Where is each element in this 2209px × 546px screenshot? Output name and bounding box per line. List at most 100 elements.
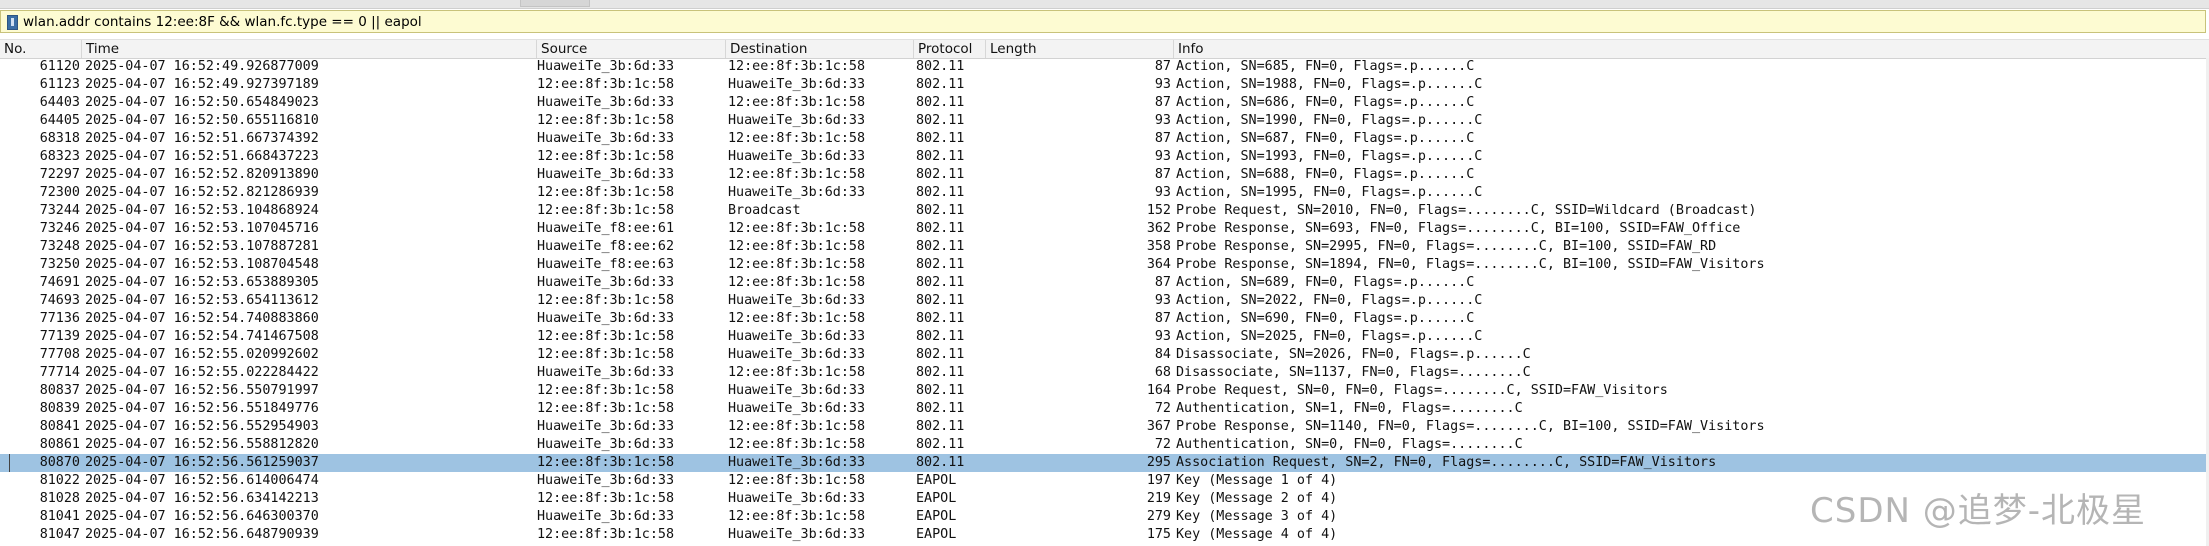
cell-source: HuaweiTe_f8:ee:61 <box>537 221 675 236</box>
column-header-length[interactable]: Length <box>986 40 1174 58</box>
packet-row[interactable]: 74693 2025-04-07 16:52:53.654113612 12:ee:… <box>0 292 2209 310</box>
cell-time: 2025-04-07 16:52:53.107887281 <box>85 239 319 254</box>
cell-time: 2025-04-07 16:52:51.668437223 <box>85 149 319 164</box>
cell-protocol: 802.11 <box>916 455 965 470</box>
cell-source: 12:ee:8f:3b:1c:58 <box>537 527 675 542</box>
watermark: CSDN @追梦-北极星 <box>1810 491 2147 531</box>
cell-protocol: 802.11 <box>916 275 965 290</box>
cell-protocol: 802.11 <box>916 419 965 434</box>
cell-source: HuaweiTe_3b:6d:33 <box>537 437 675 452</box>
cell-time: 2025-04-07 16:52:49.926877009 <box>85 59 319 74</box>
cell-info: Action, SN=1993, FN=0, Flags=.p......C <box>1176 149 1483 164</box>
cell-time: 2025-04-07 16:52:52.820913890 <box>85 167 319 182</box>
column-header-protocol[interactable]: Protocol <box>914 40 986 58</box>
cell-time: 2025-04-07 16:52:56.552954903 <box>85 419 319 434</box>
cell-info: Probe Response, SN=693, FN=0, Flags=....… <box>1176 221 1741 236</box>
cell-time: 2025-04-07 16:52:52.821286939 <box>85 185 319 200</box>
cell-info: Disassociate, SN=2026, FN=0, Flags=.p...… <box>1176 347 1531 362</box>
cell-no: 80870 <box>39 455 80 470</box>
cell-destination: HuaweiTe_3b:6d:33 <box>728 329 866 344</box>
cell-no: 81022 <box>39 473 80 488</box>
packet-row[interactable]: 80841 2025-04-07 16:52:56.552954903 Huawei… <box>0 418 2209 436</box>
cell-destination: 12:ee:8f:3b:1c:58 <box>728 257 866 272</box>
top-tab[interactable] <box>520 0 590 7</box>
column-header-time[interactable]: Time <box>82 40 537 58</box>
display-filter-bar <box>0 10 2206 33</box>
cell-time: 2025-04-07 16:52:56.646300370 <box>85 509 319 524</box>
cell-info: Probe Response, SN=1140, FN=0, Flags=...… <box>1176 419 1765 434</box>
packet-row[interactable]: 73250 2025-04-07 16:52:53.108704548 Huawei… <box>0 256 2209 274</box>
packet-row-selected[interactable]: 80870 2025-04-07 16:52:56.561259037 12:ee:… <box>0 454 2209 472</box>
cell-destination: 12:ee:8f:3b:1c:58 <box>728 239 866 254</box>
packet-row[interactable]: 61123 2025-04-07 16:52:49.927397189 12:ee:… <box>0 76 2209 94</box>
cell-info: Action, SN=1990, FN=0, Flags=.p......C <box>1176 113 1483 128</box>
packet-row[interactable]: 80837 2025-04-07 16:52:56.550791997 12:ee:… <box>0 382 2209 400</box>
packet-row[interactable]: 80839 2025-04-07 16:52:56.551849776 12:ee:… <box>0 400 2209 418</box>
packet-row[interactable]: 73246 2025-04-07 16:52:53.107045716 Huawei… <box>0 220 2209 238</box>
cell-source: HuaweiTe_3b:6d:33 <box>537 167 675 182</box>
cell-source: 12:ee:8f:3b:1c:58 <box>537 347 675 362</box>
cell-protocol: 802.11 <box>916 221 965 236</box>
packet-row[interactable]: 77136 2025-04-07 16:52:54.740883860 Huawei… <box>0 310 2209 328</box>
column-header-info[interactable]: Info <box>1174 40 2209 58</box>
cell-length: 72 <box>1154 401 1171 416</box>
cell-length: 87 <box>1154 131 1171 146</box>
cell-protocol: 802.11 <box>916 293 965 308</box>
cell-protocol: 802.11 <box>916 401 965 416</box>
column-header-source[interactable]: Source <box>537 40 726 58</box>
cell-info: Action, SN=1988, FN=0, Flags=.p......C <box>1176 77 1483 92</box>
packet-row[interactable]: 73248 2025-04-07 16:52:53.107887281 Huawei… <box>0 238 2209 256</box>
packet-row[interactable]: 68318 2025-04-07 16:52:51.667374392 Huawei… <box>0 130 2209 148</box>
cell-no: 61123 <box>39 77 80 92</box>
packet-row[interactable]: 77714 2025-04-07 16:52:55.022284422 Huawei… <box>0 364 2209 382</box>
display-filter-input[interactable] <box>23 12 2193 31</box>
cell-info: Action, SN=687, FN=0, Flags=.p......C <box>1176 131 1475 146</box>
cell-destination: 12:ee:8f:3b:1c:58 <box>728 59 866 74</box>
cell-source: 12:ee:8f:3b:1c:58 <box>537 77 675 92</box>
cell-protocol: 802.11 <box>916 329 965 344</box>
packet-row[interactable]: 64403 2025-04-07 16:52:50.654849023 Huawei… <box>0 94 2209 112</box>
cell-destination: HuaweiTe_3b:6d:33 <box>728 113 866 128</box>
cell-destination: 12:ee:8f:3b:1c:58 <box>728 365 866 380</box>
cell-no: 74693 <box>39 293 80 308</box>
cell-source: HuaweiTe_3b:6d:33 <box>537 473 675 488</box>
cell-no: 73246 <box>39 221 80 236</box>
cell-time: 2025-04-07 16:52:56.634142213 <box>85 491 319 506</box>
column-header-no[interactable]: No. <box>0 40 82 58</box>
cell-destination: HuaweiTe_3b:6d:33 <box>728 455 866 470</box>
cell-time: 2025-04-07 16:52:54.740883860 <box>85 311 319 326</box>
packet-row[interactable]: 64405 2025-04-07 16:52:50.655116810 12:ee:… <box>0 112 2209 130</box>
cell-info: Probe Response, SN=1894, FN=0, Flags=...… <box>1176 257 1765 272</box>
cell-source: HuaweiTe_3b:6d:33 <box>537 59 675 74</box>
packet-row[interactable]: 61120 2025-04-07 16:52:49.926877009 Huawei… <box>0 58 2209 76</box>
cell-time: 2025-04-07 16:52:56.558812820 <box>85 437 319 452</box>
cell-no: 77139 <box>39 329 80 344</box>
column-header-destination[interactable]: Destination <box>726 40 914 58</box>
packet-row[interactable]: 72297 2025-04-07 16:52:52.820913890 Huawei… <box>0 166 2209 184</box>
cell-time: 2025-04-07 16:52:56.648790939 <box>85 527 319 542</box>
packet-row[interactable]: 77708 2025-04-07 16:52:55.020992602 12:ee:… <box>0 346 2209 364</box>
cell-destination: 12:ee:8f:3b:1c:58 <box>728 311 866 326</box>
cell-length: 93 <box>1154 77 1171 92</box>
packet-list-header: No. Time Source Destination Protocol Len… <box>0 39 2209 59</box>
cell-length: 295 <box>1146 455 1171 470</box>
packet-row[interactable]: 73244 2025-04-07 16:52:53.104868924 12:ee:… <box>0 202 2209 220</box>
bookmark-icon[interactable] <box>7 15 18 30</box>
packet-row[interactable]: 74691 2025-04-07 16:52:53.653889305 Huawei… <box>0 274 2209 292</box>
cell-protocol: 802.11 <box>916 383 965 398</box>
cell-source: 12:ee:8f:3b:1c:58 <box>537 293 675 308</box>
cell-time: 2025-04-07 16:52:56.551849776 <box>85 401 319 416</box>
packet-row[interactable]: 77139 2025-04-07 16:52:54.741467508 12:ee:… <box>0 328 2209 346</box>
cell-protocol: 802.11 <box>916 203 965 218</box>
packet-row[interactable]: 80861 2025-04-07 16:52:56.558812820 Huawei… <box>0 436 2209 454</box>
cell-source: HuaweiTe_3b:6d:33 <box>537 311 675 326</box>
cell-no: 81047 <box>39 527 80 542</box>
packet-row[interactable]: 68323 2025-04-07 16:52:51.668437223 12:ee:… <box>0 148 2209 166</box>
cell-length: 87 <box>1154 95 1171 110</box>
cell-no: 77708 <box>39 347 80 362</box>
packet-row[interactable]: 72300 2025-04-07 16:52:52.821286939 12:ee:… <box>0 184 2209 202</box>
cell-time: 2025-04-07 16:52:53.654113612 <box>85 293 319 308</box>
cell-destination: Broadcast <box>728 203 801 218</box>
cell-length: 197 <box>1146 473 1171 488</box>
cell-info: Action, SN=690, FN=0, Flags=.p......C <box>1176 311 1475 326</box>
